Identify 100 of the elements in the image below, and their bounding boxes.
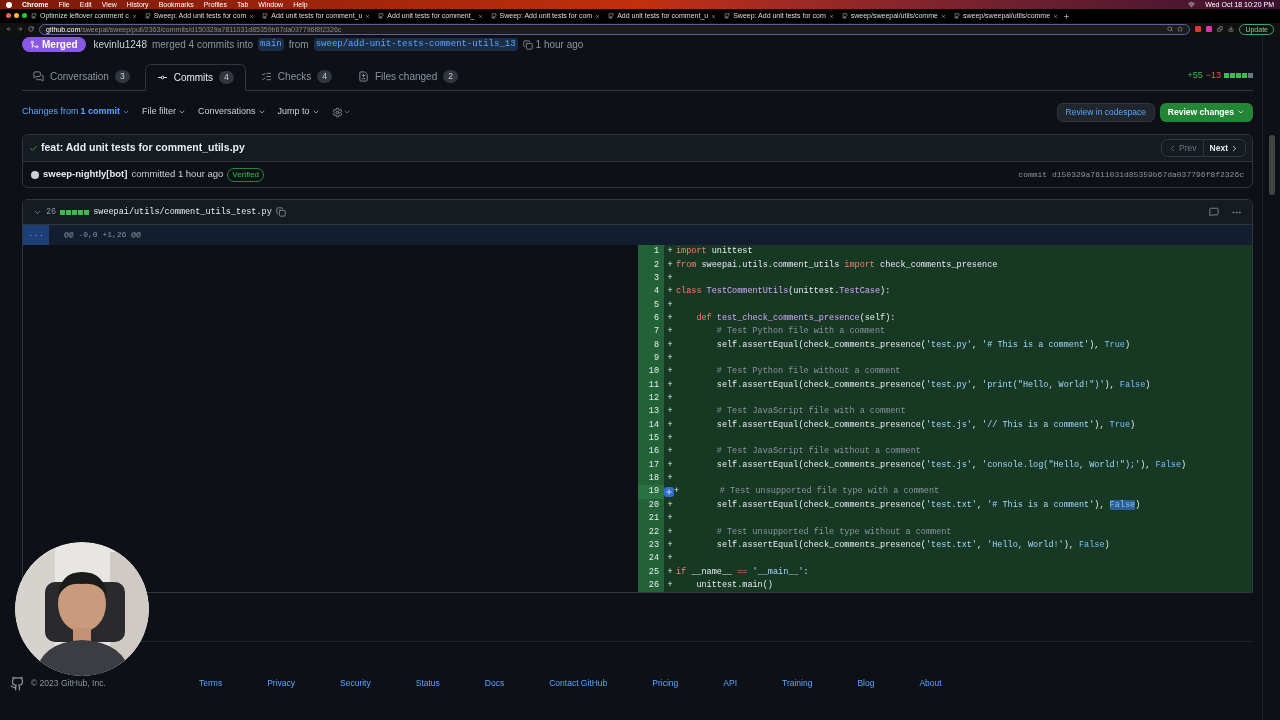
code-line: # Test Python file with a comment [715,325,886,339]
footer-link[interactable]: Training [782,677,813,690]
filter-dropdown[interactable]: Jump to [277,105,320,119]
plus-sign: + [666,418,674,432]
github-icon [841,13,848,19]
code-line: self.assertEqual(check_comments_presence('test.js', 'console.log("Hello, World!");'), False) [715,458,1187,472]
line-number[interactable]: 13 [638,405,664,419]
download-icon[interactable] [1228,26,1235,32]
settings-dropdown[interactable] [331,106,351,118]
footer-link[interactable]: API [723,677,738,690]
code-line: # Test JavaScript file with a comment [715,405,906,419]
plus-sign: + [666,565,674,579]
commit-title: feat: Add unit tests for comment_utils.py [41,140,245,156]
caret-icon [311,108,320,116]
scrollbar-thumb[interactable] [1268,135,1275,195]
commit-author[interactable]: sweep-nightly[bot] [43,167,128,182]
add-comment-button[interactable] [664,486,674,497]
review-in-codespace-button[interactable]: Review in codespace [1056,102,1155,122]
line-number[interactable]: 7 [638,325,664,339]
caret-icon [1237,108,1245,116]
plus-sign: + [666,538,674,552]
pr-tab[interactable]: Checks 4 [249,63,343,90]
copy-icon[interactable] [275,207,286,217]
caret-icon [257,108,266,116]
line-number[interactable]: 25 [638,565,664,579]
footer-link[interactable]: Terms [199,677,223,690]
plus-sign: + [666,285,674,299]
footer-link[interactable]: Status [415,677,440,690]
line-number[interactable]: 10 [638,365,664,379]
pr-author[interactable]: kevinlu1248 [93,37,147,52]
star-icon[interactable] [1177,26,1184,32]
plus-sign: + [666,325,674,339]
pr-tab[interactable]: Commits 4 [144,64,246,91]
diffstat: +55 −13 [1187,68,1253,82]
pr-tab[interactable]: Files changed 2 [346,63,469,90]
back-icon[interactable] [6,26,12,32]
new-tab-icon[interactable] [1063,12,1071,20]
footer-link[interactable]: Security [340,677,371,690]
base-branch[interactable]: main [258,37,284,52]
line-number[interactable]: 1 [638,245,664,259]
close-icon [365,13,371,19]
code-line: # Test unsupported file type without a comment [715,525,952,539]
chevron-right-icon [1230,143,1239,153]
code-line: self.assertEqual(check_comments_presence('test.txt', '# This is a comment'), False) [715,498,1141,512]
plus-sign: + [666,272,674,285]
github-icon [953,13,960,19]
wifi-icon[interactable] [1188,1,1196,8]
plus-sign: + [666,245,674,259]
plus-sign: + [666,432,674,445]
plus-sign: + [666,312,674,325]
line-number[interactable]: 5 [638,298,664,312]
file-diff-icon [357,71,369,82]
comment-icon[interactable] [1209,207,1219,217]
pr-action: merged 4 commits into [151,38,254,52]
line-number[interactable]: 2 [638,258,664,272]
github-logo-icon[interactable] [10,675,25,691]
line-number[interactable]: 14 [638,418,664,432]
caret-icon [178,108,187,116]
filter-dropdown[interactable]: Conversations [198,105,266,119]
puzzle-icon[interactable] [1217,26,1224,32]
footer-link[interactable]: About [919,677,942,690]
footer-link[interactable]: Docs [484,677,505,690]
forward-icon[interactable] [17,26,23,32]
line-number[interactable]: 19 [638,485,664,499]
line-number[interactable]: 16 [638,445,664,459]
line-number[interactable]: 8 [638,338,664,352]
head-branch[interactable]: sweep/add-unit-tests-comment-utils_13 [313,37,518,52]
line-number[interactable]: 11 [638,378,664,392]
github-icon [608,13,615,19]
reload-icon[interactable] [28,26,34,32]
close-icon [131,13,137,19]
code-line: self.assertEqual(check_comments_presence('test.js', '// This is a comment'), True) [715,418,1136,432]
footer-link[interactable]: Privacy [267,677,295,690]
footer-link[interactable]: Contact GitHub [549,677,608,690]
filter-dropdown[interactable]: File filter [142,105,187,119]
review-changes-button[interactable]: Review changes [1159,102,1253,122]
merged-badge: Merged [22,37,86,52]
next-button[interactable]: Next [1203,140,1245,156]
changes-from-dropdown[interactable]: Changes from 1 commit [22,105,131,119]
footer-link[interactable]: Blog [857,677,875,690]
chat-icon [33,71,44,82]
file-path[interactable]: sweepai/utils/comment_utils_test.py [93,205,272,219]
plus-sign: + [674,485,679,499]
zoom-icon[interactable] [1167,26,1174,32]
line-number[interactable]: 4 [638,285,664,299]
caret-icon [122,108,131,116]
plus-sign: + [666,498,674,512]
footer-link[interactable]: Pricing [652,677,679,690]
line-number[interactable]: 22 [638,525,664,539]
github-icon [31,13,37,19]
code-line: unittest.main() [695,578,773,592]
bot-avatar[interactable] [31,170,39,179]
plus-sign: + [666,512,674,525]
code-line: def test_check_comments_presence(self): [695,312,896,325]
copy-icon[interactable] [522,39,533,50]
code-line: # Test Python file without a comment [715,365,901,379]
code-line: # Test JavaScript file without a comment [715,445,921,459]
plus-sign: + [666,445,674,459]
close-icon [595,13,601,19]
pr-tab[interactable]: Conversation 3 [22,63,141,90]
